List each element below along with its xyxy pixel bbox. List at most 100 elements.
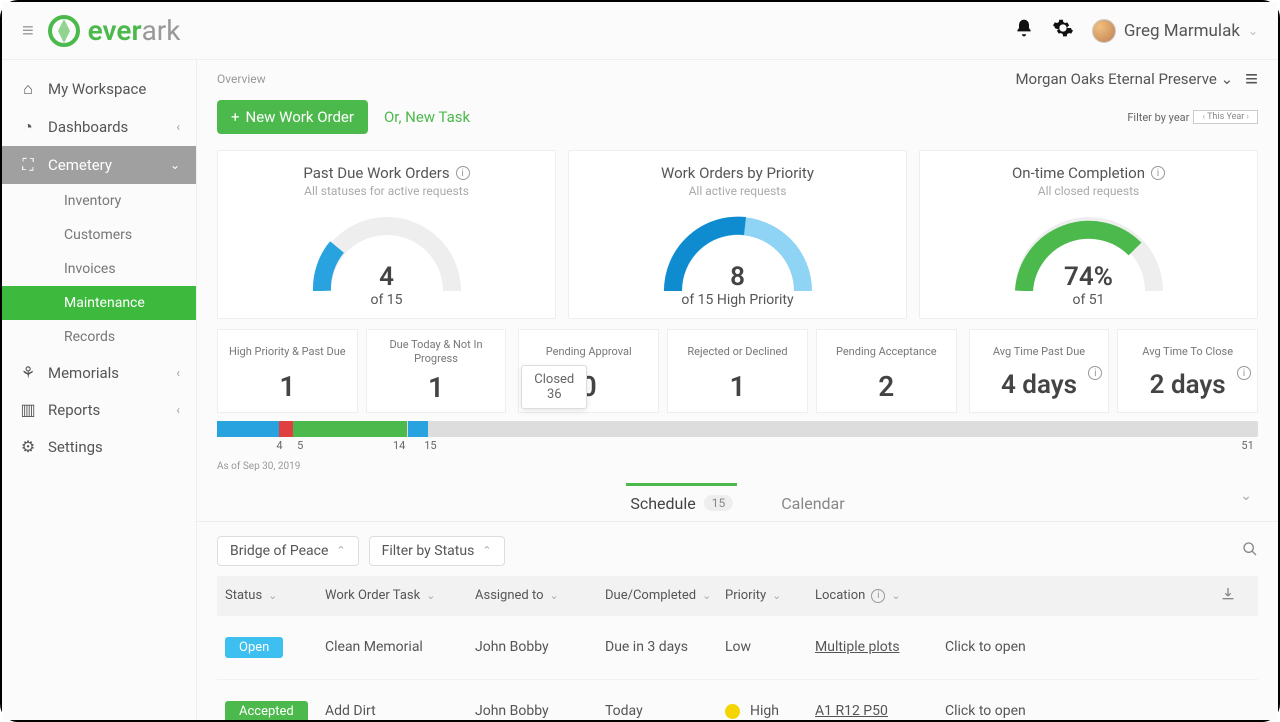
timeline-mark: 51 [1241, 439, 1253, 452]
filter-location[interactable]: Bridge of Peace⌃ [217, 536, 359, 566]
tooltip-title: Closed [534, 372, 574, 387]
chevron-up-icon: ⌃ [336, 544, 345, 557]
stat-value: 1 [371, 371, 502, 404]
new-work-order-button[interactable]: +New Work Order [217, 100, 368, 134]
tabs: Schedule15 Calendar ⌄ [197, 472, 1278, 522]
th-task[interactable]: Work Order Task ⌄ [325, 588, 475, 603]
table-row[interactable]: AcceptedAdd DirtJohn BobbyTodayHighA1 R1… [217, 680, 1258, 720]
new-task-link[interactable]: Or, New Task [384, 108, 470, 126]
th-due[interactable]: Due/Completed ⌄ [605, 588, 725, 603]
settings-icon[interactable] [1052, 17, 1074, 44]
as-of-date: As of Sep 30, 2019 [217, 461, 1258, 472]
property-name: Morgan Oaks Eternal Preserve [1015, 70, 1216, 88]
card-subtitle: All closed requests [932, 184, 1245, 198]
filter-status[interactable]: Filter by Status⌃ [369, 536, 505, 566]
stat-value: 2 [821, 370, 952, 403]
main-content: Overview Morgan Oaks Eternal Preserve ⌄ … [197, 60, 1278, 720]
filter-label: Filter by Status [382, 543, 475, 559]
sort-icon: ⌄ [426, 589, 435, 602]
cell-action[interactable]: Click to open [945, 639, 1220, 655]
nav-sub-label: Inventory [64, 193, 121, 209]
nav-sub-label: Invoices [64, 261, 116, 277]
user-menu[interactable]: Greg Marmulak ⌄ [1092, 19, 1258, 43]
chevron-down-icon: ⌄ [170, 158, 180, 172]
th-label: Assigned to [475, 588, 544, 603]
gauge-value: 8 [581, 262, 894, 292]
table-row[interactable]: OpenClean MemorialJohn BobbyDue in 3 day… [217, 616, 1258, 680]
nav-label: Memorials [48, 364, 119, 382]
nav-records[interactable]: Records [2, 320, 196, 354]
stat-rejected[interactable]: Rejected or Declined 1 [667, 329, 808, 413]
property-selector[interactable]: Morgan Oaks Eternal Preserve ⌄ [1015, 70, 1233, 88]
nav-sub-label: Customers [64, 227, 132, 243]
breadcrumb: Overview [217, 72, 266, 86]
sort-icon: ⌄ [772, 589, 781, 602]
info-icon[interactable]: i [456, 166, 470, 180]
year-prev-icon[interactable]: ‹ [1200, 112, 1207, 122]
stat-avg-past-due[interactable]: Avg Time Past Due4 daysi [969, 329, 1110, 413]
timeline-seg-2 [279, 421, 293, 437]
nav-customers[interactable]: Customers [2, 218, 196, 252]
stat-value: 1 [672, 370, 803, 403]
collapse-icon[interactable]: ⌄ [1240, 488, 1252, 504]
topbar: ≡ everark Greg Marmulak ⌄ [2, 2, 1278, 60]
filter-by-year: Filter by year ‹ This Year › [1127, 110, 1258, 124]
info-icon[interactable]: i [1151, 166, 1165, 180]
gauge-value: 4 [230, 262, 543, 292]
info-icon[interactable]: i [1237, 366, 1251, 380]
location-link[interactable]: Multiple plots [815, 639, 900, 655]
th-assigned[interactable]: Assigned to ⌄ [475, 588, 605, 603]
card-title: On-time Completion [1012, 164, 1145, 182]
bars-icon: ▥ [18, 400, 38, 419]
timeline-mark: 5 [297, 439, 303, 452]
cell-task: Clean Memorial [325, 639, 475, 655]
nav-workspace[interactable]: ⌂My Workspace [2, 70, 196, 108]
info-icon[interactable]: i [871, 589, 885, 603]
year-next-icon[interactable]: › [1244, 112, 1251, 122]
stat-label: Pending Acceptance [821, 338, 952, 366]
nav-dashboards[interactable]: ◔Dashboards‹ [2, 108, 196, 146]
year-selector[interactable]: ‹ This Year › [1193, 110, 1258, 124]
stat-pending-acceptance[interactable]: Pending Acceptance 2 [816, 329, 957, 413]
location-link[interactable]: A1 R12 P50 [815, 703, 888, 719]
stat-label: Due Today & Not In Progress [371, 338, 502, 367]
th-priority[interactable]: Priority ⌄ [725, 588, 815, 603]
stat-high-priority-past-due[interactable]: High Priority & Past Due1 [217, 329, 358, 413]
nav-cemetery[interactable]: ⛶Cemetery⌄ [2, 146, 196, 184]
stat-label: Rejected or Declined [672, 338, 803, 366]
logo[interactable]: everark [46, 13, 181, 49]
nav-memorials[interactable]: ⚘Memorials‹ [2, 354, 196, 391]
stat-label: Avg Time Past Due [974, 338, 1105, 366]
tab-schedule[interactable]: Schedule15 [626, 483, 737, 521]
nav-reports[interactable]: ▥Reports‹ [2, 391, 196, 428]
nav-sub-label: Maintenance [64, 295, 145, 311]
card-title: Past Due Work Orders [303, 164, 449, 182]
sort-icon: ⌄ [550, 589, 559, 602]
nav-maintenance[interactable]: Maintenance [2, 286, 196, 320]
tab-calendar[interactable]: Calendar [777, 486, 848, 521]
th-status[interactable]: Status ⌄ [225, 588, 325, 603]
gauge-label: of 15 High Priority [581, 292, 894, 308]
download-icon[interactable] [1220, 586, 1236, 606]
panel-menu-icon[interactable]: ≡ [1245, 66, 1258, 92]
status-badge: Accepted [225, 701, 308, 720]
nav-settings[interactable]: ⚙Settings [2, 428, 196, 465]
th-location[interactable]: Location i ⌄ [815, 588, 945, 603]
nav-inventory[interactable]: Inventory [2, 184, 196, 218]
timeline-seg-4 [408, 421, 429, 437]
stat-due-today[interactable]: Due Today & Not In Progress 1 [366, 329, 507, 413]
menu-icon[interactable]: ≡ [22, 18, 34, 43]
chevron-left-icon: ‹ [176, 120, 180, 134]
sort-icon: ⌄ [891, 589, 900, 602]
status-badge: Open [225, 637, 283, 658]
stat-value: 2 days [1122, 370, 1253, 400]
stat-label: Pending Approval [523, 338, 654, 366]
th-label: Priority [725, 588, 766, 603]
cell-action[interactable]: Click to open [945, 703, 1220, 719]
nav-label: Dashboards [48, 118, 128, 136]
nav-invoices[interactable]: Invoices [2, 252, 196, 286]
search-icon[interactable] [1242, 541, 1258, 561]
gauge-label: of 51 [932, 292, 1245, 308]
stat-avg-close[interactable]: Avg Time To Close2 daysi [1117, 329, 1258, 413]
notifications-icon[interactable] [1014, 18, 1034, 43]
